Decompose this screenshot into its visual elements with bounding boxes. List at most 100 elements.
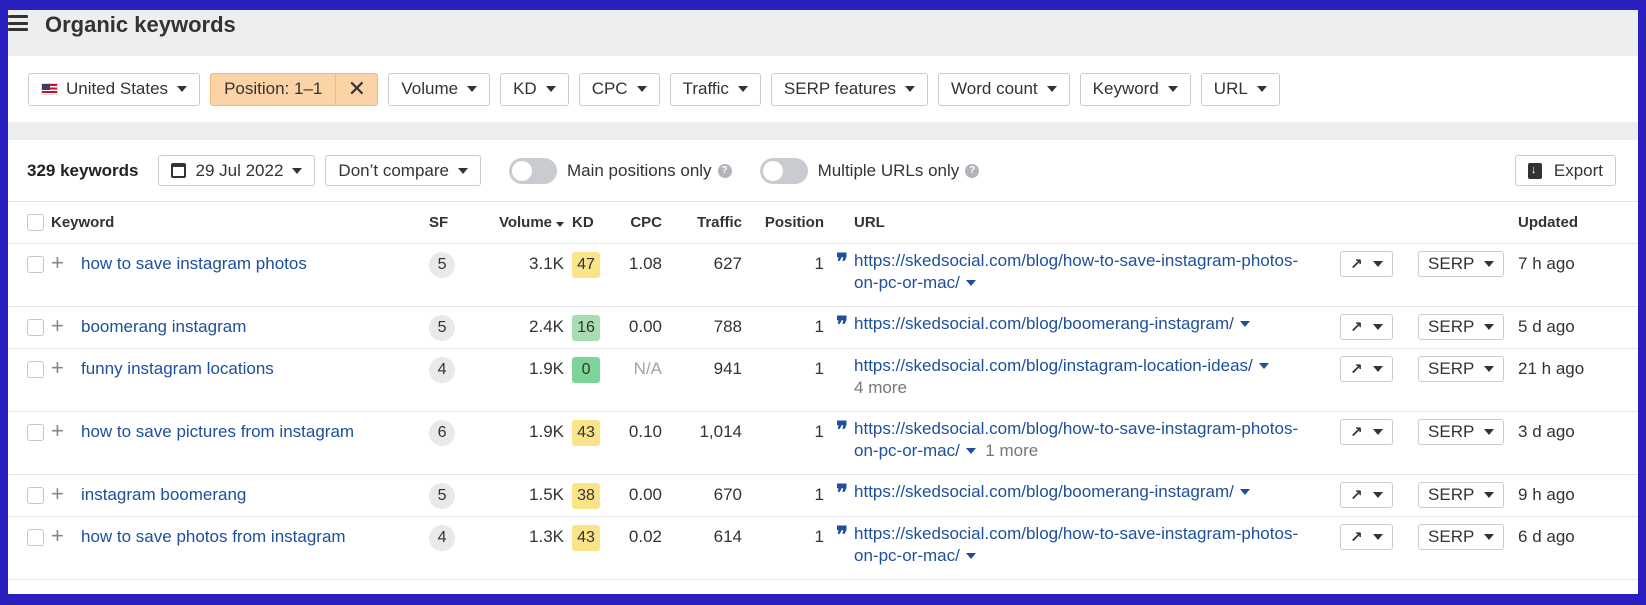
serp-button[interactable]: SERP bbox=[1418, 481, 1505, 508]
close-icon[interactable]: ✕ bbox=[335, 73, 377, 105]
quote-icon[interactable]: ❞ bbox=[836, 480, 848, 506]
sf-badge[interactable]: 4 bbox=[429, 524, 456, 551]
header-keyword[interactable]: Keyword bbox=[51, 202, 430, 244]
header-url[interactable]: URL bbox=[854, 202, 1341, 244]
header-traffic[interactable]: Traffic bbox=[662, 202, 743, 244]
sf-badge[interactable]: 6 bbox=[429, 419, 456, 446]
chevron-down-icon[interactable] bbox=[1239, 489, 1250, 496]
header-position[interactable]: Position bbox=[742, 202, 825, 244]
keyword-link[interactable]: funny instagram locations bbox=[81, 359, 274, 378]
position-history-button[interactable]: ↗ bbox=[1340, 250, 1393, 277]
chevron-down-icon[interactable] bbox=[965, 553, 976, 560]
plus-icon[interactable]: + bbox=[51, 356, 64, 378]
url-link-cont[interactable]: on-pc-or-mac/ bbox=[854, 546, 960, 565]
url-link[interactable]: https://skedsocial.com/blog/boomerang-in… bbox=[854, 314, 1234, 333]
row-checkbox[interactable] bbox=[27, 486, 44, 504]
row-checkbox[interactable] bbox=[27, 255, 44, 273]
trend-icon: ↗ bbox=[1350, 528, 1363, 546]
trend-icon: ↗ bbox=[1350, 423, 1363, 441]
chevron-down-icon bbox=[1372, 491, 1383, 498]
keyword-cell: instagram boomerang bbox=[81, 474, 430, 517]
header-sf[interactable]: SF bbox=[429, 202, 475, 244]
main-positions-toggle[interactable] bbox=[508, 157, 557, 184]
kd-filter[interactable]: KD bbox=[500, 72, 569, 106]
traffic-filter[interactable]: Traffic bbox=[669, 72, 761, 106]
serp-button[interactable]: SERP bbox=[1418, 523, 1505, 550]
keyword-filter[interactable]: Keyword bbox=[1079, 72, 1191, 106]
row-add-cell: + bbox=[51, 516, 81, 580]
compare-dropdown[interactable]: Don’t compare bbox=[325, 155, 481, 186]
sf-badge[interactable]: 5 bbox=[429, 314, 456, 341]
serp-button[interactable]: SERP bbox=[1418, 418, 1505, 445]
serp-button[interactable]: SERP bbox=[1418, 313, 1505, 340]
select-all-checkbox[interactable] bbox=[27, 214, 44, 232]
more-urls-link[interactable]: 1 more bbox=[985, 441, 1038, 460]
title-bar: Organic keywords bbox=[8, 10, 1638, 56]
volume-cell: 1.9K bbox=[474, 348, 565, 412]
position-history-button[interactable]: ↗ bbox=[1340, 418, 1393, 445]
url-link-cont[interactable]: on-pc-or-mac/ bbox=[854, 273, 960, 292]
row-checkbox[interactable] bbox=[27, 423, 44, 441]
country-filter[interactable]: United States bbox=[28, 72, 201, 106]
more-urls-link[interactable]: 4 more bbox=[854, 378, 907, 397]
quote-icon[interactable]: ❞ bbox=[836, 249, 848, 275]
url-link[interactable]: https://skedsocial.com/blog/how-to-save-… bbox=[854, 251, 1298, 270]
plus-icon[interactable]: + bbox=[51, 314, 64, 336]
row-checkbox[interactable] bbox=[27, 528, 44, 546]
url-link[interactable]: https://skedsocial.com/blog/how-to-save-… bbox=[854, 419, 1298, 438]
header-cpc[interactable]: CPC bbox=[604, 202, 663, 244]
keyword-link[interactable]: how to save instagram photos bbox=[81, 254, 307, 273]
quote-icon[interactable]: ❞ bbox=[836, 522, 848, 548]
header-volume[interactable]: Volume bbox=[474, 202, 565, 244]
keyword-count: 329 keywords bbox=[27, 160, 139, 180]
word-count-filter[interactable]: Word count bbox=[938, 72, 1070, 106]
row-checkbox[interactable] bbox=[27, 360, 44, 378]
sf-badge[interactable]: 4 bbox=[429, 356, 456, 383]
serp-cell: SERP bbox=[1408, 411, 1515, 475]
sf-badge[interactable]: 5 bbox=[429, 482, 456, 509]
cpc-cell: 0.02 bbox=[604, 516, 663, 580]
url-filter[interactable]: URL bbox=[1200, 72, 1280, 106]
export-button[interactable]: Export bbox=[1514, 155, 1616, 186]
row-checkbox-cell bbox=[27, 306, 51, 349]
serp-button[interactable]: SERP bbox=[1418, 355, 1505, 382]
date-picker[interactable]: 29 Jul 2022 bbox=[157, 155, 316, 186]
chevron-down-icon[interactable] bbox=[1258, 363, 1269, 370]
trend-cell: ↗ bbox=[1340, 348, 1409, 412]
plus-icon[interactable]: + bbox=[51, 482, 64, 504]
quote-icon[interactable]: ❞ bbox=[836, 312, 848, 338]
header-kd[interactable]: KD bbox=[564, 202, 605, 244]
volume-filter-label: Volume bbox=[401, 79, 459, 98]
url-link-cont[interactable]: on-pc-or-mac/ bbox=[854, 441, 960, 460]
sf-badge[interactable]: 5 bbox=[429, 251, 456, 278]
url-link[interactable]: https://skedsocial.com/blog/instagram-lo… bbox=[854, 356, 1253, 375]
keyword-link[interactable]: how to save photos from instagram bbox=[81, 527, 346, 546]
plus-icon[interactable]: + bbox=[51, 251, 64, 273]
keyword-link[interactable]: boomerang instagram bbox=[81, 317, 246, 336]
header-updated[interactable]: Updated bbox=[1514, 202, 1638, 244]
keyword-link[interactable]: instagram boomerang bbox=[81, 485, 246, 504]
plus-icon[interactable]: + bbox=[51, 419, 64, 441]
url-link[interactable]: https://skedsocial.com/blog/boomerang-in… bbox=[854, 482, 1234, 501]
chevron-down-icon[interactable] bbox=[965, 280, 976, 287]
position-history-button[interactable]: ↗ bbox=[1340, 355, 1393, 382]
position-history-button[interactable]: ↗ bbox=[1340, 481, 1393, 508]
quote-icon[interactable]: ❞ bbox=[836, 417, 848, 443]
help-icon[interactable]: ? bbox=[965, 163, 980, 178]
position-history-button[interactable]: ↗ bbox=[1340, 523, 1393, 550]
menu-icon[interactable] bbox=[8, 14, 28, 32]
cpc-filter[interactable]: CPC bbox=[578, 72, 660, 106]
url-link[interactable]: https://skedsocial.com/blog/how-to-save-… bbox=[854, 524, 1298, 543]
chevron-down-icon[interactable] bbox=[1239, 321, 1250, 328]
serp-button[interactable]: SERP bbox=[1418, 250, 1505, 277]
multiple-urls-toggle[interactable] bbox=[759, 157, 808, 184]
position-history-button[interactable]: ↗ bbox=[1340, 313, 1393, 340]
help-icon[interactable]: ? bbox=[717, 163, 732, 178]
volume-filter[interactable]: Volume bbox=[388, 72, 491, 106]
chevron-down-icon[interactable] bbox=[965, 448, 976, 455]
position-filter[interactable]: Position: 1–1 ✕ bbox=[210, 72, 379, 106]
keyword-link[interactable]: how to save pictures from instagram bbox=[81, 422, 354, 441]
row-checkbox[interactable] bbox=[27, 318, 44, 336]
plus-icon[interactable]: + bbox=[51, 524, 64, 546]
serp-features-filter[interactable]: SERP features bbox=[770, 72, 929, 106]
